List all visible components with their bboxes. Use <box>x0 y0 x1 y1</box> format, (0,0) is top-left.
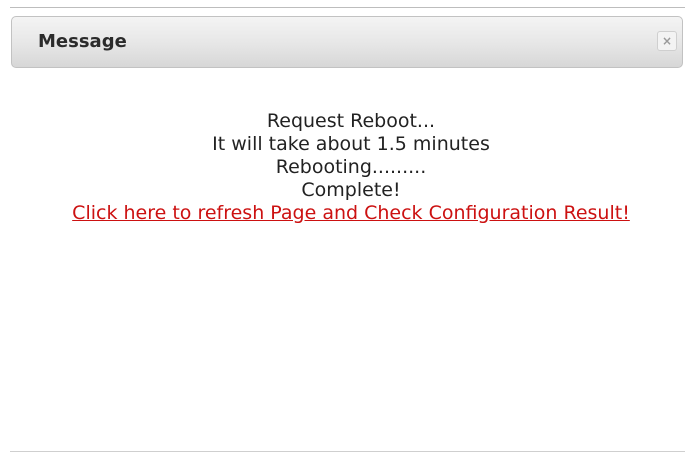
top-divider <box>10 7 685 8</box>
status-line-request: Request Reboot... <box>266 110 436 132</box>
dialog-header: Message × <box>11 16 683 68</box>
dialog-body: Request Reboot... It will take about 1.5… <box>11 110 685 225</box>
refresh-page-link[interactable]: Click here to refresh Page and Check Con… <box>11 202 685 225</box>
status-line-duration: It will take about 1.5 minutes <box>212 133 490 155</box>
bottom-divider <box>10 451 685 452</box>
close-icon[interactable]: × <box>657 31 677 51</box>
dialog-title: Message <box>38 31 127 52</box>
status-line-complete: Complete! <box>301 179 401 201</box>
status-line-rebooting: Rebooting......... <box>275 156 427 178</box>
